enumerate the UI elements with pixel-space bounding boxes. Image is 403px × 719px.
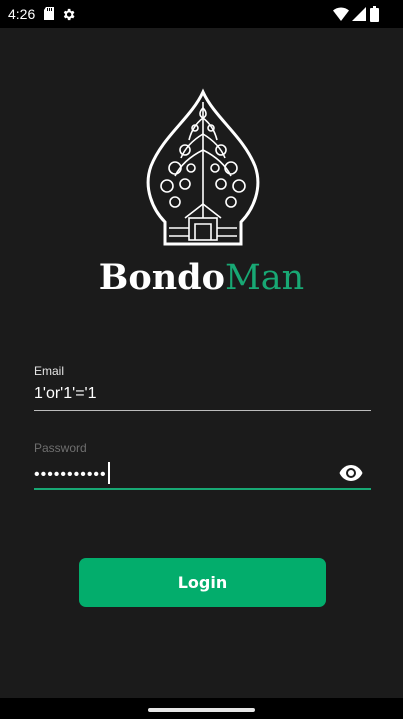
password-underline bbox=[34, 488, 371, 490]
email-input[interactable]: 1'or'1'='1 bbox=[34, 385, 96, 403]
sd-card-icon bbox=[44, 7, 54, 20]
login-button[interactable]: Login bbox=[79, 558, 326, 607]
brand-name-part2: Man bbox=[224, 258, 305, 298]
status-time: 4:26 bbox=[8, 6, 36, 22]
login-screen: 4:26 BondoMan Email 1'or'1'='1 Password … bbox=[0, 0, 403, 719]
settings-gear-icon bbox=[63, 8, 75, 21]
cellular-signal-icon bbox=[352, 7, 366, 21]
password-input[interactable]: ••••••••••• bbox=[34, 462, 110, 484]
password-masked-value: ••••••••••• bbox=[34, 466, 107, 483]
eye-icon[interactable] bbox=[339, 463, 363, 483]
wifi-icon bbox=[333, 7, 349, 21]
wayang-gunungan-logo-icon bbox=[146, 88, 260, 246]
status-bar: 4:26 bbox=[0, 0, 403, 28]
battery-icon bbox=[370, 6, 379, 22]
email-underline bbox=[34, 410, 371, 411]
brand-name-part1: Bondo bbox=[98, 257, 225, 298]
password-label: Password bbox=[34, 441, 87, 455]
text-cursor bbox=[107, 462, 110, 484]
home-gesture-handle[interactable] bbox=[148, 708, 255, 712]
brand-name: BondoMan bbox=[0, 257, 403, 298]
email-label: Email bbox=[34, 364, 65, 378]
navigation-bar bbox=[0, 698, 403, 719]
